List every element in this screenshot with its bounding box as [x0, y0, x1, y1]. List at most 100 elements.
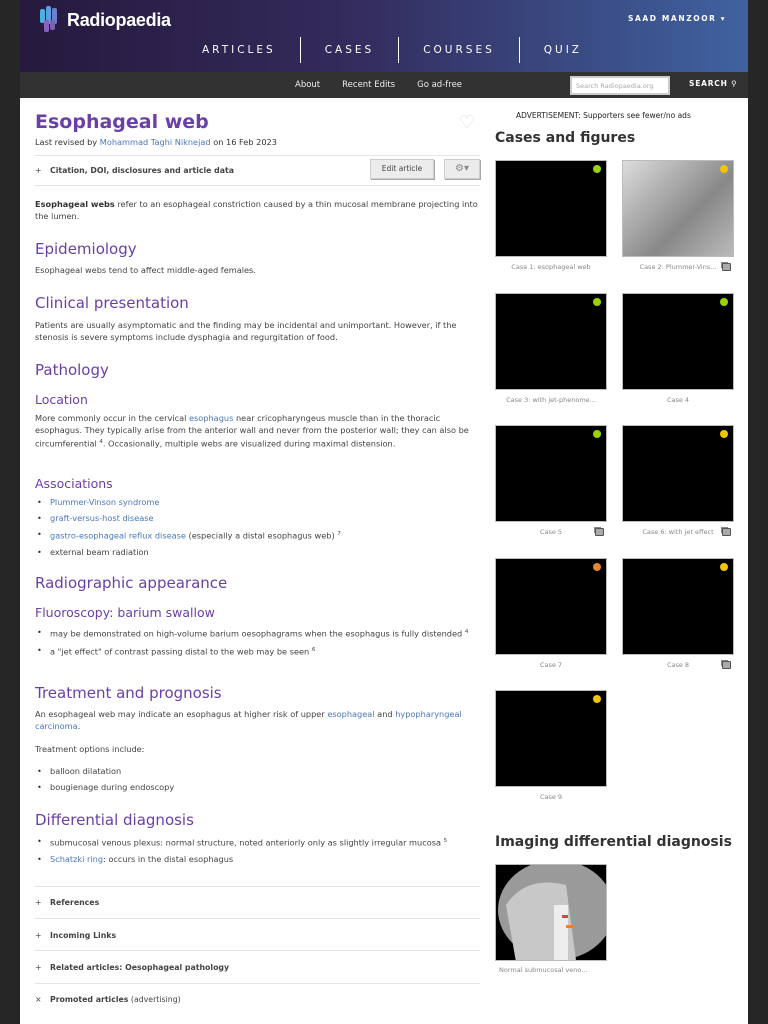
intro-paragraph: Esophageal webs refer to an esophageal c… [35, 198, 480, 222]
nav-articles[interactable]: ARTICLES [190, 37, 300, 63]
esophageal-link[interactable]: esophageal [327, 709, 374, 719]
about-link[interactable]: About [295, 72, 320, 98]
status-dot-icon [593, 297, 601, 306]
citation-toggle[interactable]: + Citation, DOI, disclosures and article … [35, 166, 234, 175]
location-text: More commonly occur in the cervical esop… [35, 412, 480, 450]
case-caption[interactable]: Case 2: Plummer-Vins... [622, 263, 734, 271]
case-caption[interactable]: Case 8 [622, 661, 734, 669]
heading-location: Location [35, 392, 88, 407]
epidemiology-text: Esophageal webs tend to affect middle-ag… [35, 265, 256, 275]
search-icon: ⚲ [731, 79, 738, 88]
user-menu[interactable]: SAAD MANZOOR ▾ [628, 14, 748, 23]
fluoroscopy-list: may be demonstrated on high-volume bariu… [35, 626, 480, 661]
plus-icon: + [35, 931, 42, 940]
author-link[interactable]: Mohammad Taghi Niknejad [100, 137, 211, 147]
edit-article-button[interactable]: Edit article [370, 159, 434, 179]
promoted-articles-toggle[interactable]: × Promoted articles (advertising) [35, 995, 181, 1004]
logo-icon [38, 6, 64, 34]
schatzki-ring-link[interactable]: Schatzki ring [50, 854, 103, 864]
case-caption[interactable]: Case 7 [495, 661, 607, 669]
case-thumbnail[interactable] [495, 160, 607, 257]
text: : occurs in the distal esophagus [103, 853, 234, 864]
logo[interactable]: Radiopaedia [38, 6, 171, 34]
settings-gear-icon[interactable]: ⚙▾ [444, 159, 480, 179]
advertisement-notice: ADVERTISEMENT: Supporters see fewer/no a… [516, 111, 691, 120]
main-nav: ARTICLES CASES COURSES QUIZ [190, 37, 606, 63]
ddx-thumbnail[interactable] [495, 864, 607, 961]
references-toggle[interactable]: + References [35, 898, 99, 907]
heading-pathology: Pathology [35, 361, 109, 379]
text: More commonly occur in the cervical [35, 413, 189, 423]
gvhd-link[interactable]: graft-versus-host disease [50, 513, 154, 523]
status-dot-icon [593, 430, 601, 438]
case-caption[interactable]: Case 4 [622, 396, 734, 404]
reference-4[interactable]: 4 [465, 629, 469, 635]
label: Related articles: Oesophageal pathology [50, 963, 230, 972]
nav-quiz[interactable]: QUIZ [518, 37, 606, 63]
plus-icon: + [35, 166, 42, 175]
text: and [374, 709, 396, 719]
multiple-images-icon [722, 660, 731, 669]
heading-associations: Associations [35, 476, 113, 491]
case-thumbnail[interactable] [495, 557, 607, 655]
search-input[interactable]: Search Radiopaedia.org [570, 76, 670, 95]
nav-cases[interactable]: CASES [299, 37, 398, 63]
label-suffix: (advertising) [128, 995, 181, 1004]
treatment-options-label: Treatment options include: [35, 744, 145, 754]
ddx-caption[interactable]: Normal submucosal veno... [495, 966, 607, 974]
list-item: external beam radiation [35, 546, 480, 558]
heading-fluoroscopy: Fluoroscopy: barium swallow [35, 605, 215, 620]
citation-label: Citation, DOI, disclosures and article d… [50, 166, 235, 175]
reference-6[interactable]: 6 [312, 647, 316, 653]
list-item: may be demonstrated on high-volume bariu… [35, 626, 480, 640]
case-caption[interactable]: Case 6: with jet effect [622, 528, 734, 536]
imaging-ddx-heading: Imaging differential diagnosis [495, 834, 732, 850]
case-thumbnail[interactable] [495, 690, 607, 787]
case-thumbnail[interactable] [622, 557, 734, 655]
gerd-link[interactable]: gastro-esophageal reflux disease [50, 531, 186, 541]
text: submucosal venous plexus: normal structu… [50, 837, 444, 848]
search-button[interactable]: SEARCH ⚲ [689, 79, 737, 88]
case-thumbnail[interactable] [495, 425, 607, 522]
associations-list: Plummer-Vinson syndrome graft-versus-hos… [35, 496, 480, 562]
recent-edits-link[interactable]: Recent Edits [342, 72, 395, 98]
incoming-links-toggle[interactable]: + Incoming Links [35, 931, 116, 940]
status-dot-icon [720, 430, 728, 438]
nav-courses[interactable]: COURSES [398, 37, 519, 63]
divider [35, 185, 480, 186]
case-thumbnail[interactable] [622, 425, 734, 522]
go-ad-free-link[interactable]: Go ad-free [417, 72, 462, 98]
heading-clinical-presentation: Clinical presentation [35, 294, 189, 312]
status-dot-icon [720, 165, 728, 173]
plus-icon: + [35, 963, 42, 972]
ddx-list: submucosal venous plexus: normal structu… [35, 835, 480, 869]
plummer-vinson-link[interactable]: Plummer-Vinson syndrome [50, 497, 159, 507]
label: Promoted articles [50, 995, 129, 1004]
case-thumbnail[interactable] [622, 160, 734, 257]
search-label: SEARCH [689, 79, 728, 88]
case-caption[interactable]: Case 5 [495, 528, 607, 536]
esophagus-link[interactable]: esophagus [189, 413, 233, 423]
case-caption[interactable]: Case 3: with jet-phenome... [495, 396, 607, 404]
heading-epidemiology: Epidemiology [35, 240, 137, 258]
revision-info: Last revised by Mohammad Taghi Niknejad … [35, 136, 480, 148]
reference-5[interactable]: 5 [444, 838, 448, 844]
page-title: Esophageal web [35, 111, 209, 133]
text: may be demonstrated on high-volume bariu… [50, 628, 465, 639]
case-caption[interactable]: Case 9 [495, 793, 607, 801]
list-item: bougienage during endoscopy [35, 781, 480, 793]
close-icon: × [35, 995, 42, 1004]
reference-7[interactable]: 7 [337, 531, 341, 537]
case-thumbnail[interactable] [495, 292, 607, 390]
list-item: submucosal venous plexus: normal structu… [35, 835, 480, 849]
list-item: Plummer-Vinson syndrome [35, 496, 480, 508]
treatment-list: balloon dilatation bougienage during end… [35, 765, 480, 797]
status-dot-icon [720, 297, 728, 306]
case-caption[interactable]: Case 1: esophageal web [495, 263, 607, 271]
favorite-heart-icon[interactable]: ♡ [459, 112, 475, 133]
heading-treatment: Treatment and prognosis [35, 684, 222, 702]
related-articles-toggle[interactable]: + Related articles: Oesophageal pathology [35, 963, 229, 972]
case-thumbnail[interactable] [622, 292, 734, 390]
text: (especially a distal esophagus web) [185, 530, 338, 541]
divider [35, 983, 480, 984]
